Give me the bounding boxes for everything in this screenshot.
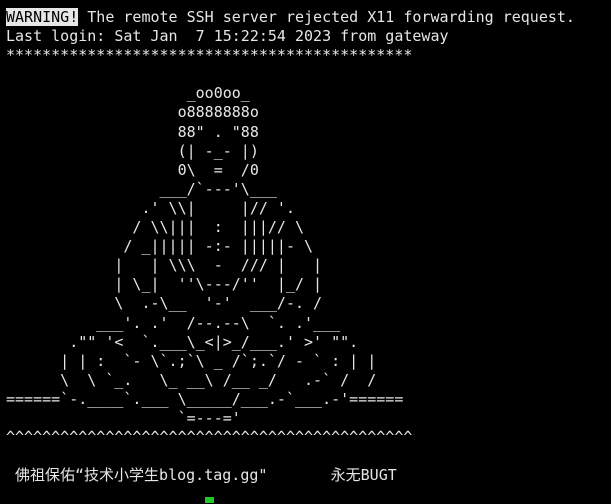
banner-art-line: 88" . "88: [6, 122, 259, 141]
banner-art-line: `=---=': [6, 408, 241, 427]
banner-art-line: / \\||| : |||// \: [6, 218, 305, 237]
last-login-line: Last login: Sat Jan 7 15:22:54 2023 from…: [6, 27, 449, 46]
star-divider: ****************************************…: [6, 46, 413, 65]
warning-tag: WARNING!: [6, 8, 79, 26]
banner-art-line: _oo0oo_: [6, 84, 250, 103]
banner-art-line: ."" '< `.___\_<|>_/___.' >' "".: [6, 332, 359, 351]
banner-art-line: ___'. .' /--.--\ `. .'___: [6, 313, 341, 332]
banner-art-line: | \_| ''\---/'' |_/ |: [6, 275, 323, 294]
banner-art-line: .' \\| |// '.: [6, 198, 295, 217]
blessing-line: 佛祖保佑“技术小学生blog.tag.gg" 永无BUGT: [6, 466, 397, 485]
terminal-window[interactable]: { "terminal": { "warning_tag": "WARNING!…: [0, 0, 611, 504]
banner-art-line: \ .-\__ '-' ___/-. /: [6, 294, 323, 313]
banner-art-line: / _||||| -:- |||||- \: [6, 237, 314, 256]
banner-art-line: ======`-.____`.___ \_____/___.-`___.-'==…: [6, 389, 404, 408]
prompt-line[interactable]: [6, 485, 611, 504]
warning-message: The remote SSH server rejected X11 forwa…: [78, 8, 575, 26]
banner-art-line: o8888888o: [6, 103, 259, 122]
terminal-output: WARNING! The remote SSH server rejected …: [6, 8, 611, 504]
banner-art-line: | | : `- \`.;`\ _ /`;.`/ - ` : | |: [6, 351, 377, 370]
banner-art-line: \ \ `_. \_ __\ /__ _/ .-` / /: [6, 370, 377, 389]
banner-art-line: 0\ = /0: [6, 160, 259, 179]
banner-art-line: ___/`---'\___: [6, 179, 277, 198]
cursor: [204, 497, 214, 504]
banner-caret-line: ^^^^^^^^^^^^^^^^^^^^^^^^^^^^^^^^^^^^^^^^…: [6, 428, 413, 447]
banner-art-line: | | \\\ - /// | |: [6, 256, 323, 275]
banner-art-line: (| -_- |): [6, 141, 259, 160]
warning-line: WARNING! The remote SSH server rejected …: [6, 8, 611, 27]
